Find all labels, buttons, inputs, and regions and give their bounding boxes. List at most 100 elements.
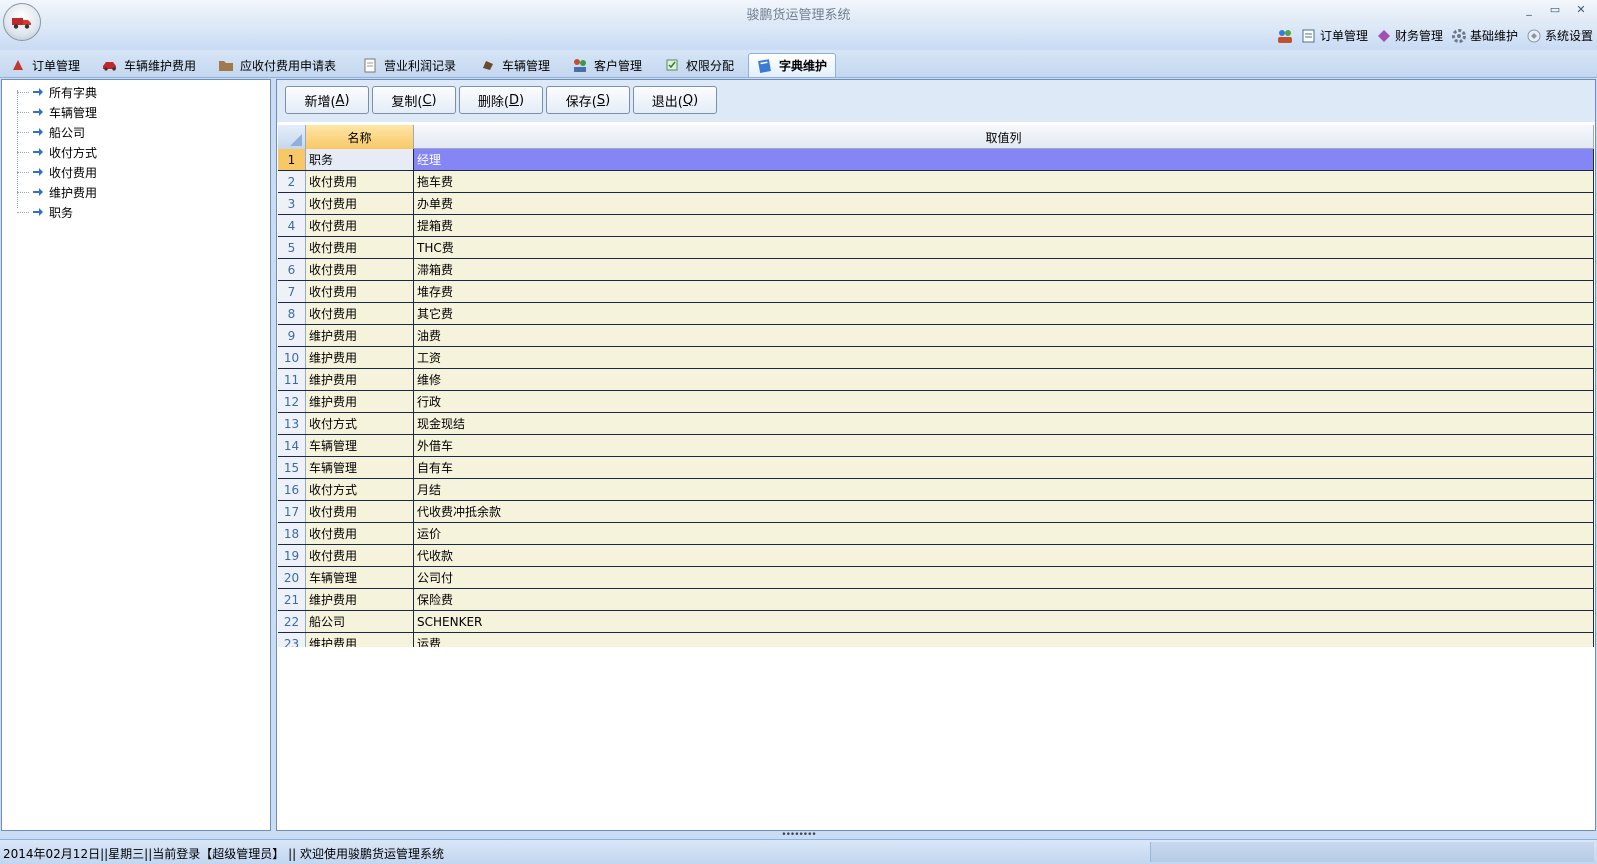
row-number[interactable]: 3 [278,193,306,214]
cell-name[interactable]: 收付费用 [306,215,414,236]
cell-name[interactable]: 收付费用 [306,281,414,302]
table-row[interactable]: 20 车辆管理 公司付 [278,567,1594,589]
cell-value[interactable]: 代收款 [414,545,1594,566]
row-number[interactable]: 19 [278,545,306,566]
tab-dictionary-maintenance[interactable]: 字典维护 [748,53,837,77]
row-number[interactable]: 21 [278,589,306,610]
cell-value[interactable]: 工资 [414,347,1594,368]
cell-value[interactable]: 月结 [414,479,1594,500]
cell-name[interactable]: 车辆管理 [306,567,414,588]
quick-link-system-settings[interactable]: 系统设置 [1526,27,1593,44]
row-number[interactable]: 6 [278,259,306,280]
cell-value[interactable]: 外借车 [414,435,1594,456]
row-number[interactable]: 12 [278,391,306,412]
tab-vehicle-management[interactable]: 车辆管理 [472,53,558,77]
cell-name[interactable]: 维护费用 [306,391,414,412]
cell-value[interactable]: 堆存费 [414,281,1594,302]
row-number[interactable]: 20 [278,567,306,588]
table-row[interactable]: 7 收付费用 堆存费 [278,281,1594,303]
cell-value[interactable]: THC费 [414,237,1594,258]
quick-link-basic-maintenance[interactable]: 基础维护 [1451,27,1518,44]
row-number[interactable]: 8 [278,303,306,324]
tree-item-shipping-company[interactable]: 船公司 [2,122,85,142]
table-row[interactable]: 10 维护费用 工资 [278,347,1594,369]
add-button[interactable]: 新增(A) [285,86,369,114]
row-number[interactable]: 14 [278,435,306,456]
row-number[interactable]: 22 [278,611,306,632]
table-row[interactable]: 3 收付费用 办单费 [278,193,1594,215]
cell-name[interactable]: 维护费用 [306,347,414,368]
row-number[interactable]: 15 [278,457,306,478]
cell-value[interactable]: 经理 [414,149,1594,170]
row-number[interactable]: 16 [278,479,306,500]
table-row[interactable]: 22 船公司 SCHENKER [278,611,1594,633]
tree-item-payment-fees[interactable]: 收付费用 [2,162,97,182]
cell-name[interactable]: 船公司 [306,611,414,632]
tab-customer-management[interactable]: 客户管理 [564,53,650,77]
cell-name[interactable]: 收付费用 [306,193,414,214]
tab-receivable-payable-request[interactable]: 应收付费用申请表 [210,53,344,77]
row-number[interactable]: 9 [278,325,306,346]
table-row[interactable]: 13 收付方式 现金现结 [278,413,1594,435]
cell-value[interactable]: 办单费 [414,193,1594,214]
cell-name[interactable]: 收付费用 [306,303,414,324]
row-number[interactable]: 4 [278,215,306,236]
table-row[interactable]: 11 维护费用 维修 [278,369,1594,391]
cell-value[interactable]: 代收费冲抵余款 [414,501,1594,522]
table-row[interactable]: 4 收付费用 提箱费 [278,215,1594,237]
table-row[interactable]: 8 收付费用 其它费 [278,303,1594,325]
cell-value[interactable]: 油费 [414,325,1594,346]
cell-name[interactable]: 收付费用 [306,545,414,566]
row-number[interactable]: 10 [278,347,306,368]
table-row[interactable]: 5 收付费用 THC费 [278,237,1594,259]
column-header-name[interactable]: 名称 [306,125,414,149]
row-number[interactable]: 1 [278,149,306,170]
cell-name[interactable]: 收付方式 [306,479,414,500]
row-number[interactable]: 5 [278,237,306,258]
exit-button[interactable]: 退出(Q) [633,86,717,114]
quick-link-finance[interactable]: 财务管理 [1376,27,1443,44]
tree-item-maintenance-fees[interactable]: 维护费用 [2,182,97,202]
tree-item-vehicle-management[interactable]: 车辆管理 [2,102,97,122]
copy-button[interactable]: 复制(C) [372,86,456,114]
minimize-button[interactable]: _ [1521,3,1537,16]
cell-value[interactable]: 维修 [414,369,1594,390]
tab-permission-assignment[interactable]: 权限分配 [656,53,742,77]
table-row[interactable]: 1 职务 经理 [278,149,1594,171]
cell-value[interactable]: 自有车 [414,457,1594,478]
save-button[interactable]: 保存(S) [546,86,630,114]
cell-value[interactable]: 其它费 [414,303,1594,324]
cell-value[interactable]: 拖车费 [414,171,1594,192]
table-row[interactable]: 14 车辆管理 外借车 [278,435,1594,457]
cell-value[interactable]: 保险费 [414,589,1594,610]
tree-item-position[interactable]: 职务 [2,202,73,222]
delete-button[interactable]: 删除(D) [459,86,543,114]
tab-order-management[interactable]: 订单管理 [2,53,88,77]
cell-value[interactable]: 现金现结 [414,413,1594,434]
cell-name[interactable]: 收付费用 [306,259,414,280]
table-row[interactable]: 15 车辆管理 自有车 [278,457,1594,479]
tree-item-payment-method[interactable]: 收付方式 [2,142,97,162]
select-all-corner[interactable] [278,125,306,149]
cell-value[interactable]: 行政 [414,391,1594,412]
app-menu-orb[interactable] [3,3,41,41]
tab-operating-profit-record[interactable]: 营业利润记录 [354,53,464,77]
table-row[interactable]: 21 维护费用 保险费 [278,589,1594,611]
cell-name[interactable]: 收付费用 [306,523,414,544]
cell-value[interactable]: 公司付 [414,567,1594,588]
row-number[interactable]: 18 [278,523,306,544]
cell-value[interactable]: 滞箱费 [414,259,1594,280]
cell-name[interactable]: 维护费用 [306,369,414,390]
cell-name[interactable]: 收付方式 [306,413,414,434]
row-number[interactable]: 11 [278,369,306,390]
cell-value[interactable]: 提箱费 [414,215,1594,236]
cell-name[interactable]: 职务 [306,149,414,170]
row-number[interactable]: 17 [278,501,306,522]
cell-name[interactable]: 收付费用 [306,171,414,192]
table-row[interactable]: 16 收付方式 月结 [278,479,1594,501]
cell-name[interactable]: 维护费用 [306,325,414,346]
cell-name[interactable]: 收付费用 [306,501,414,522]
column-header-value[interactable]: 取值列 [414,125,1594,149]
table-row[interactable]: 12 维护费用 行政 [278,391,1594,413]
quick-link-orders[interactable]: 订单管理 [1301,27,1368,44]
